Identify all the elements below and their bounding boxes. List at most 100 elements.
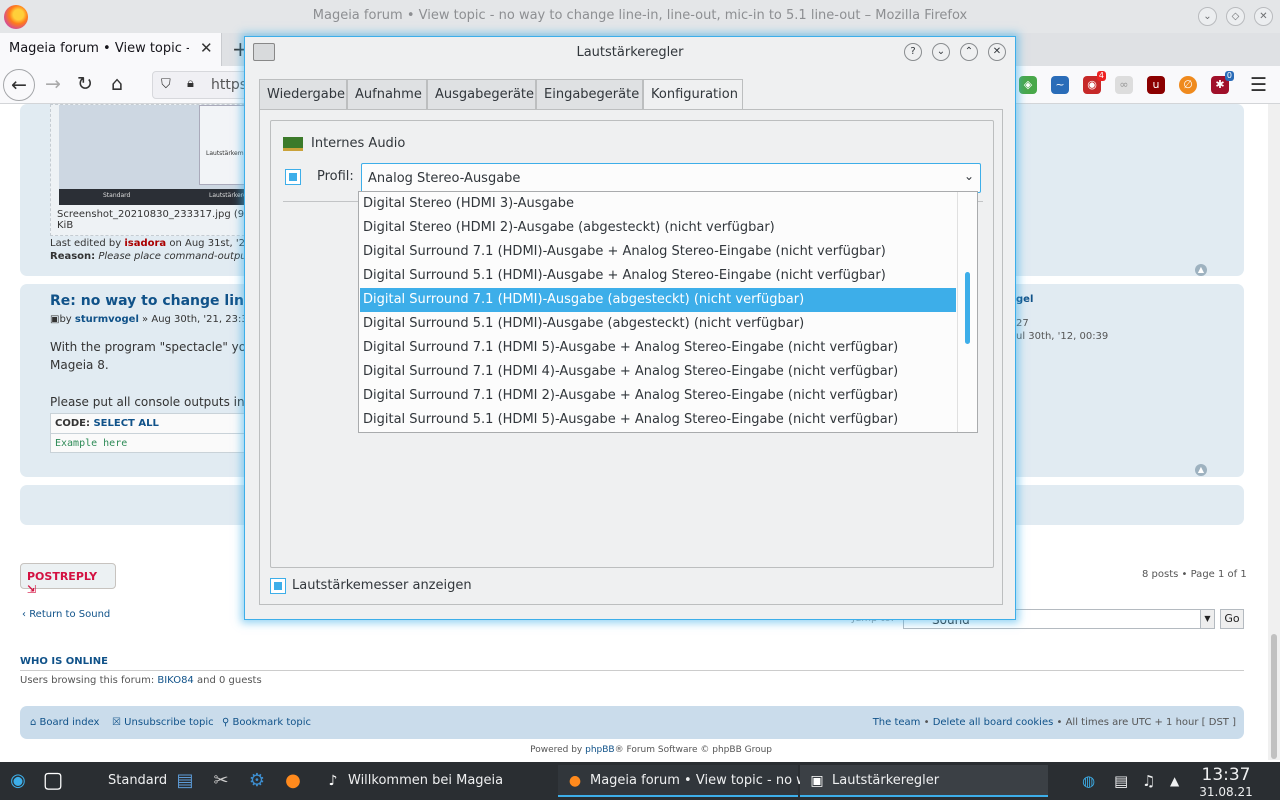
tray-expand-icon[interactable]: ▲ [1170,774,1179,788]
tab-eingabegeraete[interactable]: Eingabegeräte [536,79,643,110]
unsubscribe-icon: ☒ [112,717,125,728]
attachment-thumbnail[interactable]: Lautstärkemesser Standard Lautstärkeregl… [59,105,263,205]
tab-aufnahme[interactable]: Aufnahme [347,79,427,110]
extension-green-icon[interactable]: ◈ [1019,76,1037,94]
return-link-label: Return to Sound [29,609,111,620]
lock-icon[interactable]: 🔒︎ [187,76,194,91]
phpbb-link[interactable]: phpBB [585,745,614,755]
network-icon[interactable]: ◍ [1082,772,1095,790]
scrollbar-thumb[interactable] [1271,634,1277,759]
profile-option[interactable]: Digital Stereo (HDMI 2)-Ausgabe (abgeste… [360,216,956,240]
task-title: Lautstärkeregler [832,773,940,788]
menu-icon[interactable]: ☰ [1250,74,1267,96]
mageia-icon: ♪ [328,773,338,789]
online-user-link[interactable]: BIKO84 [157,675,193,686]
unsubscribe-link[interactable]: ☒ Unsubscribe topic [112,717,214,728]
extension-wave-icon[interactable]: ~ [1051,76,1069,94]
system-settings-icon[interactable]: ✂ [206,766,236,796]
return-link[interactable]: ‹ Return to Sound [22,609,110,620]
show-desktop-icon[interactable]: ▢ [38,766,68,796]
back-button[interactable]: ← [3,69,35,101]
post-author-link[interactable]: sturmvogel [75,314,139,325]
browser-titlebar: Mageia forum • View topic - no way to ch… [0,0,1280,33]
profile-option[interactable]: Digital Stereo (HDMI 3)-Ausgabe [360,192,956,216]
clipboard-icon[interactable]: ▤ [1114,772,1128,790]
footer-right: The team • Delete all board cookies • Al… [872,717,1236,728]
team-link[interactable]: The team [873,717,921,728]
desktop-label[interactable]: Standard [108,773,167,788]
meter-label[interactable]: Lautstärkemesser anzeigen [292,578,472,593]
extension-orange-icon[interactable]: ∅ [1179,76,1197,94]
meter-checkbox[interactable] [270,578,286,594]
profile-author-link[interactable]: gel [1016,294,1033,305]
browser-tab[interactable]: Mageia forum • View topic - no way to ch… [0,33,222,66]
task-volume-control[interactable]: ▣ Lautstärkeregler [800,765,1048,797]
app-launcher-icon[interactable]: ◉ [3,766,33,796]
sound-card-name: Internes Audio [311,136,406,151]
profile-posts: 27 [1016,318,1029,329]
board-index-label: Board index [39,717,100,728]
divider [20,670,1244,671]
delete-cookies-link[interactable]: Delete all board cookies [933,717,1054,728]
close-button[interactable]: ✕ [988,43,1006,61]
control-center-icon[interactable]: ⚙ [242,766,272,796]
tab-ausgabegeraete[interactable]: Ausgabegeräte [427,79,536,110]
profile-value: Analog Stereo-Ausgabe [368,171,521,186]
go-button[interactable]: Go [1220,609,1244,629]
sound-card-icon [283,137,303,151]
extension-red-icon[interactable]: ◉ 4 [1083,71,1106,94]
profile-option[interactable]: Digital Surround 5.1 (HDMI)-Ausgabe (abg… [360,312,956,336]
clock[interactable]: 13:37 31.08.21 [1196,765,1256,799]
board-index-link[interactable]: ⌂ Board index [30,717,99,728]
thumbnail-taskbar: Standard Lautstärkeregler [59,189,263,205]
file-manager-icon[interactable]: ▤ [170,766,200,796]
profile-option[interactable]: Digital Surround 5.1 (HDMI 5)-Ausgabe + … [360,408,956,432]
firefox-launcher-icon[interactable]: ● [278,766,308,796]
help-button[interactable]: ? [904,43,922,61]
select-all-link[interactable]: SELECT ALL [93,418,158,429]
post-reply-button[interactable]: POSTREPLY ⇲ [20,563,116,596]
task-mageia-welcome[interactable]: ♪ Willkommen bei Mageia [316,765,556,797]
maximize-button[interactable]: ◇ [1226,7,1245,26]
profile-option-selected[interactable]: Digital Surround 7.1 (HDMI)-Ausgabe (abg… [360,288,956,312]
profile-combobox[interactable]: Analog Stereo-Ausgabe ⌄ [361,163,981,193]
bookmark-label: Bookmark topic [232,717,312,728]
tracking-shield-icon[interactable]: ⛉ [161,77,171,92]
volume-icon[interactable]: ♫ [1142,772,1155,790]
minimize-button[interactable]: ⌄ [1198,7,1217,26]
tab-wiedergabe[interactable]: Wiedergabe [259,79,347,110]
tab-konfiguration[interactable]: Konfiguration [643,79,743,110]
reload-button[interactable]: ↻ [69,69,101,101]
who-online-suffix: and 0 guests [193,675,262,686]
close-window-button[interactable]: ✕ [1254,7,1273,26]
back-to-top-icon[interactable]: ▲ [1195,264,1207,276]
task-firefox[interactable]: ● Mageia forum • View topic - no w... [558,765,818,797]
back-to-top-icon[interactable]: ▲ [1195,464,1207,476]
card-checkbox[interactable] [285,169,301,185]
url-text[interactable]: https [211,77,247,93]
maximize-button[interactable]: ⌃ [960,43,978,61]
home-button[interactable]: ⌂ [101,69,133,101]
who-online-prefix: Users browsing this forum: [20,675,158,686]
extension-link-icon[interactable]: ∞ [1115,76,1133,94]
page-scrollbar[interactable] [1268,104,1280,760]
bookmark-link[interactable]: ⚲ Bookmark topic [222,717,311,728]
ublock-icon[interactable]: u [1147,76,1165,94]
forward-button[interactable]: → [37,69,69,101]
profile-option[interactable]: Digital Surround 7.1 (HDMI)-Ausgabe + An… [360,240,956,264]
profile-option[interactable]: Digital Surround 7.1 (HDMI 2)-Ausgabe + … [360,384,956,408]
clock-time: 13:37 [1201,765,1251,785]
dropdown-scrollbar-thumb[interactable] [965,272,970,344]
privacy-badger-icon[interactable]: ✱ 0 [1211,71,1234,94]
unsubscribe-label: Unsubscribe topic [124,717,214,728]
code-header: CODE: SELECT ALL [51,414,264,434]
profile-dropdown-list[interactable]: Digital Stereo (HDMI 3)-Ausgabe Digital … [358,191,978,433]
taskbar: ◉ ▢ Standard ▤ ✂ ⚙ ● ♪ Willkommen bei Ma… [0,762,1280,800]
tab-close-icon[interactable]: ✕ [200,39,213,57]
dropdown-scrollbar[interactable] [957,192,977,432]
minimize-button[interactable]: ⌄ [932,43,950,61]
profile-option[interactable]: Digital Surround 5.1 (HDMI)-Ausgabe + An… [360,264,956,288]
profile-option[interactable]: Digital Surround 7.1 (HDMI 5)-Ausgabe + … [360,336,956,360]
last-edited-user[interactable]: isadora [124,238,166,249]
profile-option[interactable]: Digital Surround 7.1 (HDMI 4)-Ausgabe + … [360,360,956,384]
